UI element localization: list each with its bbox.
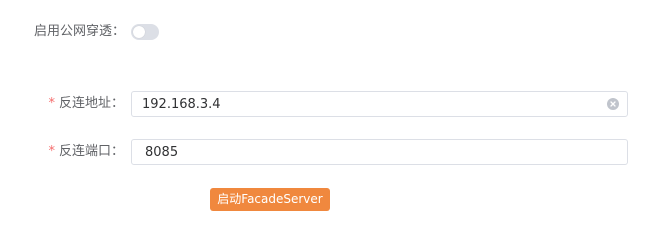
switch-knob	[133, 26, 146, 38]
required-star: *	[48, 96, 55, 111]
public-penetration-switch[interactable]	[131, 24, 160, 40]
public-penetration-row: 启用公网穿透：	[34, 22, 160, 42]
port-input[interactable]	[132, 140, 627, 164]
port-form-row: * 反连端口：	[0, 139, 651, 165]
port-label-text: 反连端口：	[58, 144, 124, 159]
port-label: * 反连端口：	[48, 139, 124, 165]
address-form-row: * 反连地址：	[0, 91, 651, 117]
public-penetration-label: 启用公网穿透：	[34, 24, 126, 39]
address-label-text: 反连地址：	[58, 96, 124, 111]
address-label: * 反连地址：	[48, 91, 124, 117]
port-input-wrapper	[131, 139, 628, 165]
address-input-wrapper	[131, 91, 628, 117]
required-star: *	[48, 144, 55, 159]
start-facade-server-button[interactable]: 启动FacadeServer	[210, 188, 330, 211]
clear-icon[interactable]	[607, 98, 619, 110]
address-input[interactable]	[132, 92, 607, 116]
